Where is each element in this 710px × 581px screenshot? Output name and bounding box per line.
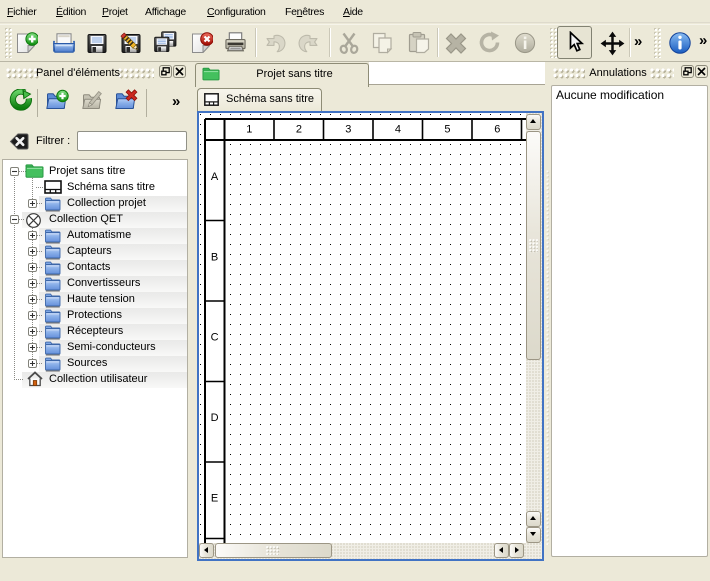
svg-text:2: 2 — [296, 124, 302, 136]
svg-text:B: B — [211, 251, 218, 263]
svg-text:5: 5 — [444, 124, 450, 136]
svg-text:6: 6 — [494, 124, 500, 136]
svg-text:A: A — [211, 171, 219, 183]
svg-text:E: E — [211, 492, 218, 504]
svg-text:D: D — [211, 412, 219, 424]
svg-text:3: 3 — [345, 124, 351, 136]
svg-text:4: 4 — [395, 124, 401, 136]
svg-text:1: 1 — [246, 124, 252, 136]
svg-text:C: C — [211, 332, 219, 344]
